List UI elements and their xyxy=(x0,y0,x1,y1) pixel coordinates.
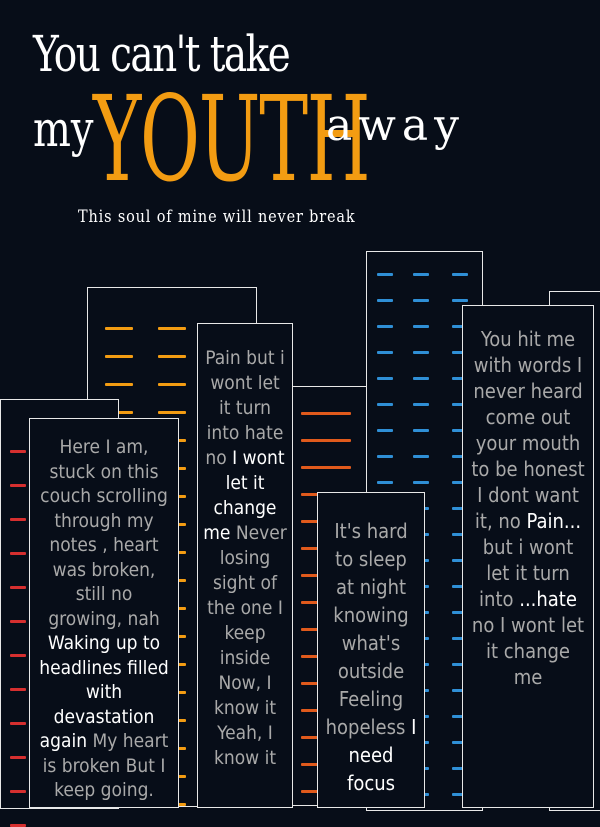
window-dash xyxy=(10,790,26,793)
window-dash xyxy=(10,450,26,453)
window-dash xyxy=(301,412,351,415)
window-dash xyxy=(377,325,393,328)
window-dash xyxy=(158,327,186,330)
lyric-white: ...hate xyxy=(519,587,577,611)
window-dash xyxy=(413,377,429,380)
window-dash xyxy=(10,688,26,691)
window-dash xyxy=(105,355,133,358)
lyric-gray: Never losing sight of the one I keep ins… xyxy=(207,522,287,769)
window-dash xyxy=(105,383,133,386)
window-dash xyxy=(105,327,133,330)
window-dash xyxy=(10,756,26,759)
lyric-building-left: Here I am, stuck on this couch scrolling… xyxy=(29,418,179,808)
lyric-building-mid-left: Pain but i wont let it turn into hate no… xyxy=(197,323,293,808)
lyric-gray: It's hard to sleep at night knowing what… xyxy=(325,519,409,739)
window-dash xyxy=(413,351,429,354)
window-dash xyxy=(301,466,351,469)
window-dash xyxy=(452,273,468,276)
window-dash xyxy=(10,586,26,589)
window-dash xyxy=(377,351,393,354)
lyric-gray: no I wont let it change me xyxy=(471,613,585,689)
title-word-away: away xyxy=(326,100,465,151)
lyric-text-mid-right: It's hard to sleep at night knowing what… xyxy=(324,517,418,797)
window-dash xyxy=(10,484,26,487)
window-dash xyxy=(377,455,393,458)
window-dash xyxy=(158,411,186,414)
title-word-my: my xyxy=(33,100,94,158)
lyric-gray: Here I am, stuck on this couch scrolling… xyxy=(40,436,168,630)
subtitle: This soul of mine will never break xyxy=(78,207,356,227)
window-dash xyxy=(413,481,429,484)
lyric-gray: You hit me with words I never heard come… xyxy=(471,327,585,533)
window-dash xyxy=(377,481,393,484)
window-dash xyxy=(377,403,393,406)
window-dash xyxy=(301,439,351,442)
window-dash xyxy=(413,429,429,432)
window-dash xyxy=(377,429,393,432)
lyric-text-right: You hit me with words I never heard come… xyxy=(471,326,585,690)
window-dash xyxy=(158,355,186,358)
window-dash xyxy=(413,273,429,276)
window-dash xyxy=(377,273,393,276)
lyric-text-left: Here I am, stuck on this couch scrolling… xyxy=(38,435,170,803)
window-dash xyxy=(10,722,26,725)
window-dash xyxy=(413,299,429,302)
window-dash xyxy=(452,299,468,302)
lyric-white: Pain... xyxy=(526,509,582,533)
window-dash xyxy=(158,383,186,386)
window-dash xyxy=(413,455,429,458)
window-dash xyxy=(377,377,393,380)
window-dash xyxy=(10,518,26,521)
window-dash xyxy=(413,403,429,406)
window-dash xyxy=(413,325,429,328)
lyric-building-right: You hit me with words I never heard come… xyxy=(462,305,594,808)
window-dash xyxy=(10,620,26,623)
lyric-building-mid-right: It's hard to sleep at night knowing what… xyxy=(317,492,425,808)
window-dash xyxy=(10,552,26,555)
lyric-text-mid-left: Pain but i wont let it turn into hate no… xyxy=(202,346,288,771)
window-dash xyxy=(377,299,393,302)
window-dash xyxy=(10,654,26,657)
